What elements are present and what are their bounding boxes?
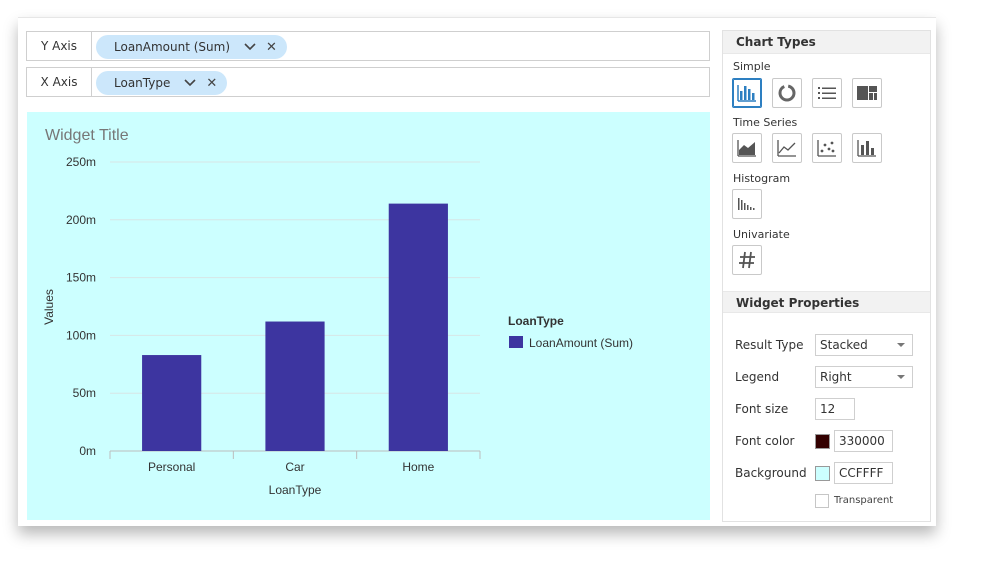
donut-chart-icon <box>778 84 796 102</box>
font-size-input[interactable]: 12 <box>815 398 855 420</box>
legend-title: LoanType <box>508 314 564 328</box>
legend-swatch <box>509 336 523 348</box>
bar-chart-type-button[interactable] <box>732 78 762 108</box>
font-size-label: Font size <box>735 402 789 416</box>
font-color-label: Font color <box>735 434 795 448</box>
list-icon <box>818 87 836 99</box>
background-color-input[interactable]: CCFFFF <box>834 462 893 484</box>
chart-widget[interactable]: Widget Title 0m 50m 100m 150m 200m 250m Perso… <box>27 112 710 520</box>
font-color-value: 330000 <box>839 434 885 448</box>
legend-item-label[interactable]: LoanAmount (Sum) <box>529 336 633 350</box>
font-size-value: 12 <box>820 402 836 416</box>
univariate-chart-type-button[interactable] <box>732 245 762 275</box>
close-icon[interactable]: ✕ <box>266 40 277 55</box>
column-time-chart-type-button[interactable] <box>852 133 882 163</box>
list-chart-type-button[interactable] <box>812 78 842 108</box>
legend-select[interactable]: Right <box>815 366 913 388</box>
y-axis-label: Y Axis <box>27 32 92 60</box>
histogram-icon <box>738 198 755 210</box>
close-icon[interactable]: ✕ <box>206 76 217 91</box>
font-color-swatch[interactable] <box>815 434 830 449</box>
y-tick-label: 50m <box>73 386 96 400</box>
hash-icon <box>739 251 755 269</box>
scatter-chart-icon <box>817 140 836 157</box>
chevron-down-icon[interactable] <box>184 77 196 89</box>
chevron-down-icon[interactable] <box>244 41 256 53</box>
bar-personal[interactable] <box>142 355 202 451</box>
bar-home[interactable] <box>388 203 448 451</box>
background-color-swatch[interactable] <box>815 466 830 481</box>
univariate-label: Univariate <box>733 228 790 241</box>
y-tick-label: 200m <box>66 213 96 227</box>
x-axis-chip-label: LoanType <box>114 76 171 90</box>
y-tick-label: 150m <box>66 271 96 285</box>
y-tick-label: 100m <box>66 328 96 342</box>
bar-chart: Widget Title 0m 50m 100m 150m 200m 250m Perso… <box>27 112 710 520</box>
histogram-chart-type-button[interactable] <box>732 189 762 219</box>
y-tick-label: 250m <box>66 155 96 169</box>
widget-properties-header: Widget Properties <box>723 291 930 313</box>
y-axis-title: Values <box>42 289 56 325</box>
line-chart-icon <box>777 140 796 157</box>
result-type-value: Stacked <box>820 338 868 352</box>
column-chart-icon <box>857 140 876 157</box>
donut-chart-type-button[interactable] <box>772 78 802 108</box>
bar-car[interactable] <box>265 321 325 451</box>
chart-background <box>27 112 710 520</box>
treemap-icon <box>857 86 877 100</box>
scatter-chart-type-button[interactable] <box>812 133 842 163</box>
x-tick-label: Car <box>285 460 304 474</box>
y-axis-field-chip[interactable]: LoanAmount (Sum) ✕ <box>96 35 287 59</box>
x-axis-label: X Axis <box>27 68 92 96</box>
legend-label: Legend <box>735 370 780 384</box>
treemap-chart-type-button[interactable] <box>852 78 882 108</box>
area-chart-type-button[interactable] <box>732 133 762 163</box>
bar-chart-icon <box>737 85 756 102</box>
result-type-label: Result Type <box>735 338 804 352</box>
caret-down-icon <box>897 375 905 379</box>
transparent-checkbox[interactable] <box>815 494 829 508</box>
transparent-label: Transparent <box>834 495 894 506</box>
histogram-label: Histogram <box>733 172 791 185</box>
y-tick-label: 0m <box>79 444 96 458</box>
widget-title[interactable]: Widget Title <box>45 127 129 144</box>
caret-down-icon <box>897 343 905 347</box>
time-series-label: Time Series <box>733 116 798 129</box>
chart-types-header: Chart Types <box>723 31 930 54</box>
area-chart-icon <box>737 140 756 157</box>
simple-label: Simple <box>733 60 771 73</box>
y-axis-row: Y Axis LoanAmount (Sum) ✕ <box>26 31 710 61</box>
x-tick-label: Personal <box>148 460 195 474</box>
legend-value: Right <box>820 370 852 384</box>
x-axis-title: LoanType <box>269 483 322 497</box>
background-color-value: CCFFFF <box>839 466 884 480</box>
x-axis-field-chip[interactable]: LoanType ✕ <box>96 71 228 95</box>
x-axis-row: X Axis LoanType ✕ <box>26 67 710 97</box>
background-label: Background <box>735 466 807 480</box>
x-tick-label: Home <box>402 460 434 474</box>
side-panel: Chart Types Simple Time Series Histogram… <box>722 30 931 522</box>
y-axis-chip-label: LoanAmount (Sum) <box>114 40 231 54</box>
font-color-input[interactable]: 330000 <box>834 430 893 452</box>
result-type-select[interactable]: Stacked <box>815 334 913 356</box>
line-chart-type-button[interactable] <box>772 133 802 163</box>
